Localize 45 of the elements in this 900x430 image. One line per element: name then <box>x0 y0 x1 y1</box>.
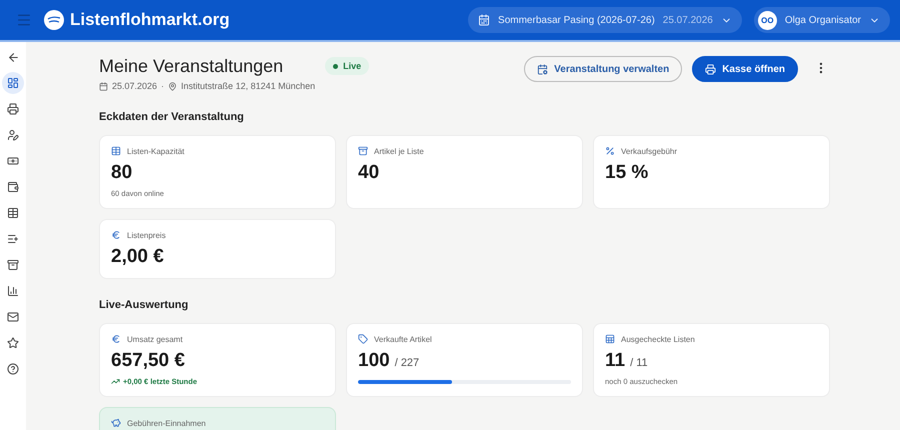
euro-icon <box>111 334 121 344</box>
card-label: Verkaufte Artikel <box>374 334 432 344</box>
table-icon <box>111 146 121 156</box>
percent-icon <box>605 146 615 156</box>
trend-up-icon <box>111 377 120 386</box>
manage-event-button[interactable]: Veranstaltung verwalten <box>524 56 682 82</box>
card-value: 100 <box>358 350 390 372</box>
archive-icon <box>358 146 368 156</box>
calendar-gear-icon <box>537 64 548 74</box>
status-badge: Live <box>325 57 370 75</box>
event-date: 25.07.2026 <box>112 81 158 91</box>
card-label: Listenpreis <box>127 230 166 240</box>
piggy-bank-icon <box>111 418 121 428</box>
section-title: Eckdaten der Veranstaltung <box>99 111 245 123</box>
table-icon <box>605 334 615 344</box>
card-total: / 11 <box>630 357 648 369</box>
event-selector[interactable]: Sommerbasar Pasing (2026-07-26) 25.07.2026 <box>468 7 742 33</box>
card-value: 80 <box>111 162 132 184</box>
calendar-icon <box>99 82 108 90</box>
card-value: 15 % <box>605 162 648 184</box>
card-value: 40 <box>358 162 380 184</box>
calendar-icon <box>478 14 490 26</box>
card-value: 2,00 € <box>111 246 164 268</box>
section-title: Live-Auswertung <box>99 299 190 311</box>
tag-icon <box>358 334 368 344</box>
card-label: Listen-Kapazität <box>127 146 184 156</box>
card-label: Ausgecheckte Listen <box>621 334 695 344</box>
card-value: 657,50 € <box>111 350 185 372</box>
open-register-button[interactable]: Kasse öffnen <box>692 56 798 82</box>
user-menu[interactable]: OO Olga Organisator <box>754 7 890 33</box>
printer-icon <box>705 64 716 74</box>
location-icon <box>168 82 178 90</box>
card-label: Verkaufsgebühr <box>621 146 678 156</box>
euro-icon <box>111 230 121 240</box>
page-title: Meine Veranstaltungen <box>99 56 284 77</box>
card-value: 11 <box>605 350 626 372</box>
dashboard-icon[interactable] <box>2 72 24 94</box>
card-label: Umsatz gesamt <box>127 334 183 344</box>
card-total: / 227 <box>394 357 420 369</box>
card-label: Artikel je Liste <box>374 146 424 156</box>
event-address: Institutstraße 12, 81241 München <box>181 81 316 91</box>
card-label: Gebühren-Einnahmen <box>127 418 206 428</box>
logo-text: Listenflohmarkt.org <box>70 10 230 30</box>
logo-icon <box>44 10 64 30</box>
separator-dot: · <box>161 81 164 91</box>
